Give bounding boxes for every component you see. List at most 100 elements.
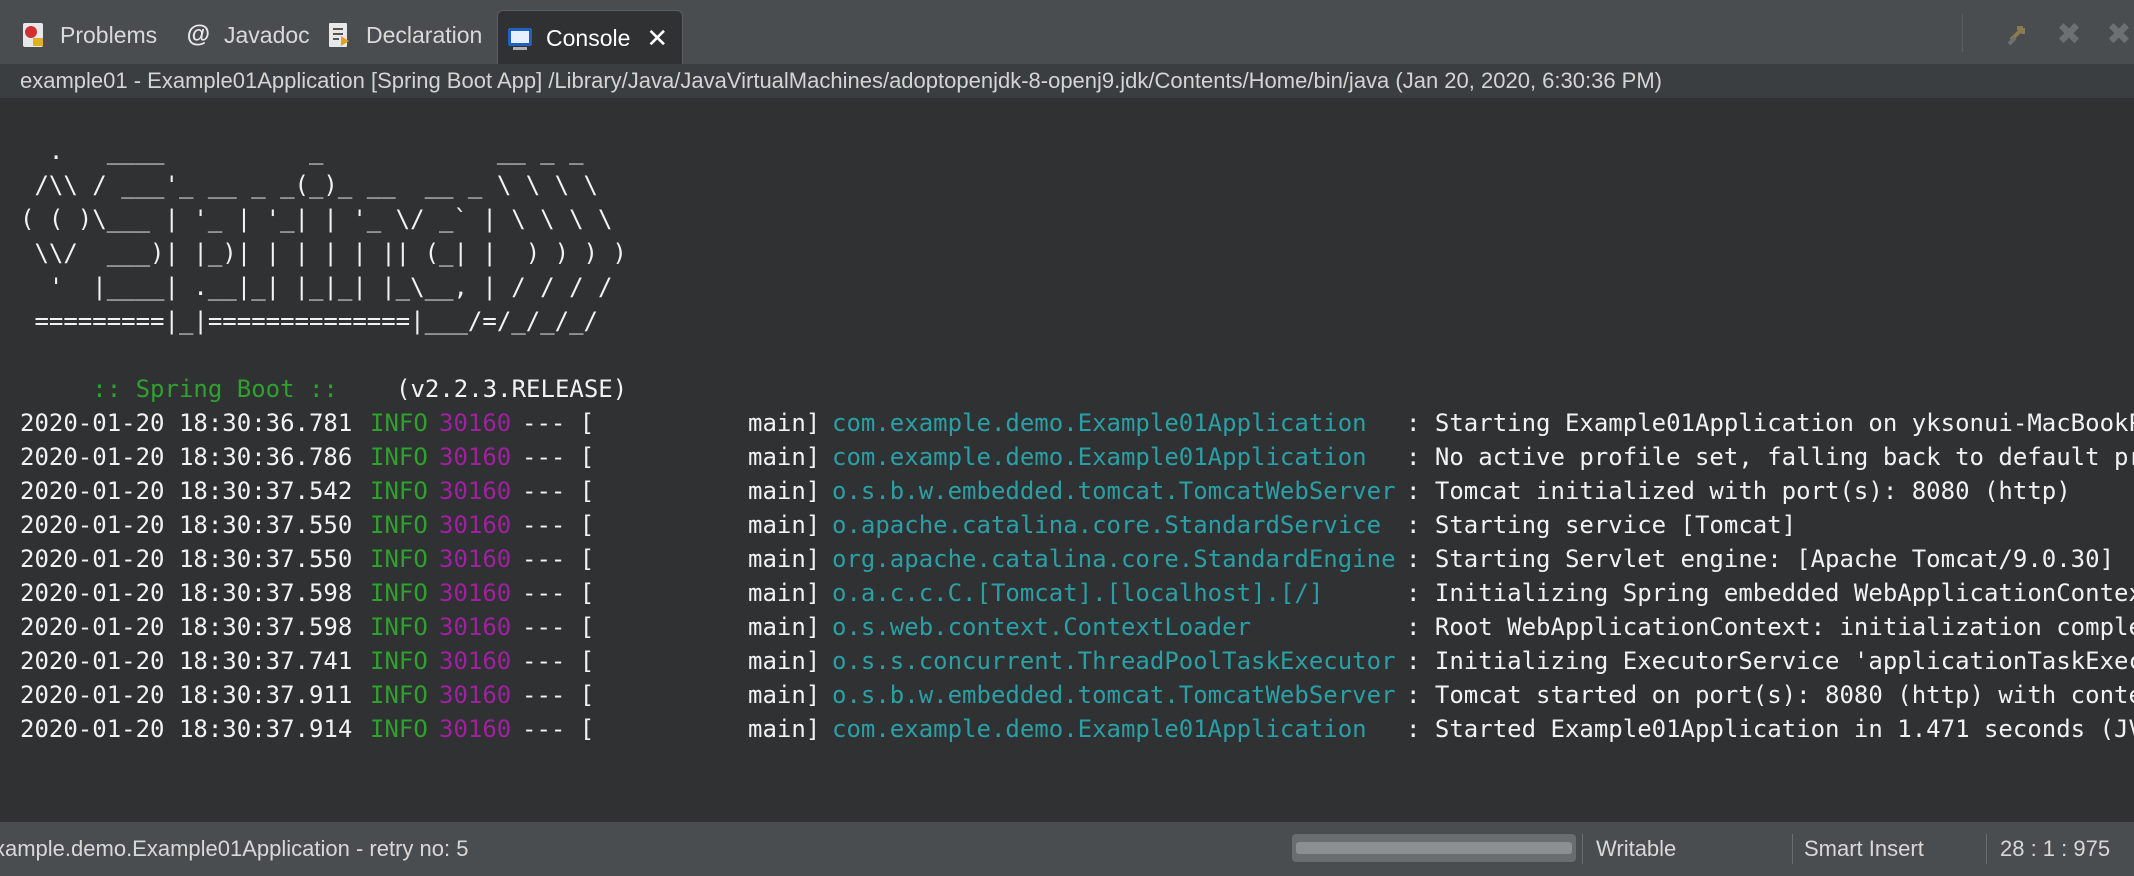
view-tab-bar: Problems @ Javadoc Declaration Console ✕…	[0, 0, 2134, 65]
log-line: 2020-01-20 18:30:37.550 INFO 30160 --- [mai…	[12, 508, 2134, 542]
log-message: : Starting Servlet engine: [Apache Tomca…	[1406, 545, 2115, 573]
log-pid: 30160	[439, 443, 512, 471]
log-line: 2020-01-20 18:30:36.781 INFO 30160 --- [mai…	[12, 406, 2134, 440]
log-logger: o.a.c.c.C.[Tomcat].[localhost].[/]	[832, 579, 1324, 607]
log-separator: --- [	[522, 647, 595, 675]
log-timestamp: 2020-01-20 18:30:37.550	[20, 545, 353, 573]
log-line: 2020-01-20 18:30:37.914 INFO 30160 --- [ mai…	[12, 712, 2134, 746]
banner-line: ' |____| .__|_| |_|_| |_\__, | / / / /	[20, 273, 613, 301]
log-pid: 30160	[439, 511, 512, 539]
log-message: : Tomcat initialized with port(s): 8080 …	[1406, 477, 2071, 505]
banner-line: ( ( )\___ | '_ | '_| | '_ \/ _` | \ \ \ …	[20, 205, 613, 233]
tab-label: Javadoc	[224, 21, 310, 48]
log-pid: 30160	[439, 715, 512, 743]
log-thread: main]	[748, 443, 821, 471]
log-thread: main]	[748, 511, 821, 539]
status-divider	[1582, 834, 1583, 864]
spring-boot-version: (v2.2.3.RELEASE)	[396, 375, 628, 403]
console-toolbar: ✖ ✖	[2004, 14, 2134, 54]
log-message: : Tomcat started on port(s): 8080 (http)…	[1406, 681, 2134, 709]
console-output[interactable]: . ____ _ __ _ _ /\\ / ___'_ __ _ _(_)_ _…	[12, 98, 2134, 814]
cursor-position: 28 : 1 : 975	[2000, 836, 2111, 861]
link-icon[interactable]	[2004, 19, 2034, 49]
log-logger: o.s.web.context.ContextLoader	[832, 613, 1252, 641]
writable-status: Writable	[1596, 836, 1677, 861]
tab-javadoc[interactable]: @ Javadoc	[184, 12, 310, 58]
remove-launch-icon[interactable]: ✖	[2054, 18, 2084, 51]
status-bar: xample.demo.Example01Application - retry…	[0, 822, 2134, 876]
log-level: INFO	[370, 409, 428, 437]
log-timestamp: 2020-01-20 18:30:37.598	[20, 613, 353, 641]
declaration-icon	[326, 21, 354, 49]
log-level: INFO	[370, 681, 428, 709]
tab-label: Console	[546, 24, 631, 51]
tab-problems[interactable]: Problems	[20, 12, 157, 58]
log-message: : Starting Example01Application on ykson…	[1406, 409, 2134, 437]
log-level: INFO	[370, 715, 428, 743]
log-pid: 30160	[439, 681, 512, 709]
log-timestamp: 2020-01-20 18:30:36.781	[20, 409, 353, 437]
log-thread: main]	[748, 545, 821, 573]
toolbar-divider	[1962, 14, 1963, 52]
status-divider	[1986, 834, 1987, 864]
log-level: INFO	[370, 613, 428, 641]
log-separator: --- [	[522, 681, 595, 709]
javadoc-icon: @	[186, 21, 210, 48]
log-separator: --- [	[522, 545, 595, 573]
log-message: : No active profile set, falling back to…	[1406, 443, 2134, 471]
log-pid: 30160	[439, 477, 512, 505]
log-thread: main]	[748, 613, 821, 641]
log-line: 2020-01-20 18:30:37.598 INFO 30160 --- [ mai…	[12, 576, 2134, 610]
log-logger: o.s.s.concurrent.ThreadPoolTaskExecutor	[832, 647, 1396, 675]
log-separator: --- [	[522, 409, 595, 437]
log-timestamp: 2020-01-20 18:30:37.598	[20, 579, 353, 607]
process-description: example01 - Example01Application [Spring…	[0, 64, 2134, 98]
progress-bar	[1292, 834, 1576, 862]
log-level: INFO	[370, 545, 428, 573]
log-line: 2020-01-20 18:30:37.911 INFO 30160 --- [mai…	[12, 678, 2134, 712]
tab-console[interactable]: Console ✕	[497, 10, 684, 65]
log-level: INFO	[370, 443, 428, 471]
tab-declaration[interactable]: Declaration	[326, 12, 482, 58]
log-message: : Initializing Spring embedded WebApplic…	[1406, 579, 2134, 607]
spring-boot-line: :: Spring Boot :: (v2.2.3.RELEASE)	[20, 338, 627, 403]
log-logger: com.example.demo.Example01Application	[832, 715, 1367, 743]
log-pid: 30160	[439, 647, 512, 675]
log-level: INFO	[370, 579, 428, 607]
log-message: : Starting service [Tomcat]	[1406, 511, 1797, 539]
log-logger: org.apache.catalina.core.StandardEngine	[832, 545, 1396, 573]
log-pid: 30160	[439, 613, 512, 641]
log-timestamp: 2020-01-20 18:30:36.786	[20, 443, 353, 471]
tab-label: Declaration	[366, 21, 483, 48]
banner-line: . ____ _ __ _ _	[20, 137, 584, 165]
log-line: 2020-01-20 18:30:37.598 INFO 30160 --- [mai…	[12, 610, 2134, 644]
log-message: : Initializing ExecutorService 'applicat…	[1406, 647, 2134, 675]
log-separator: --- [	[522, 715, 595, 743]
log-thread: main]	[748, 715, 821, 743]
console-icon	[506, 24, 534, 52]
log-level: INFO	[370, 647, 428, 675]
tab-label: Problems	[60, 21, 158, 48]
log-thread: main]	[748, 579, 821, 607]
status-message: xample.demo.Example01Application - retry…	[0, 836, 469, 861]
log-thread: main]	[748, 681, 821, 709]
log-separator: --- [	[522, 443, 595, 471]
log-timestamp: 2020-01-20 18:30:37.741	[20, 647, 353, 675]
close-icon[interactable]: ✕	[646, 25, 668, 51]
log-message: : Started Example01Application in 1.471 …	[1406, 715, 2134, 743]
log-pid: 30160	[439, 579, 512, 607]
status-divider	[1792, 834, 1793, 864]
log-separator: --- [	[522, 579, 595, 607]
remove-all-icon[interactable]: ✖	[2104, 18, 2134, 51]
log-line: 2020-01-20 18:30:37.550 INFO 30160 --- [ mai…	[12, 542, 2134, 576]
spring-boot-label: :: Spring Boot ::	[77, 375, 338, 403]
log-pid: 30160	[439, 545, 512, 573]
log-separator: --- [	[522, 511, 595, 539]
log-line: 2020-01-20 18:30:37.741 INFO 30160 --- [ mai…	[12, 644, 2134, 678]
problems-icon	[20, 21, 48, 49]
log-logger: o.s.b.w.embedded.tomcat.TomcatWebServer	[832, 477, 1396, 505]
log-timestamp: 2020-01-20 18:30:37.914	[20, 715, 353, 743]
log-thread: main]	[748, 647, 821, 675]
log-logger: com.example.demo.Example01Application	[832, 443, 1367, 471]
log-logger: o.apache.catalina.core.StandardService	[832, 511, 1382, 539]
